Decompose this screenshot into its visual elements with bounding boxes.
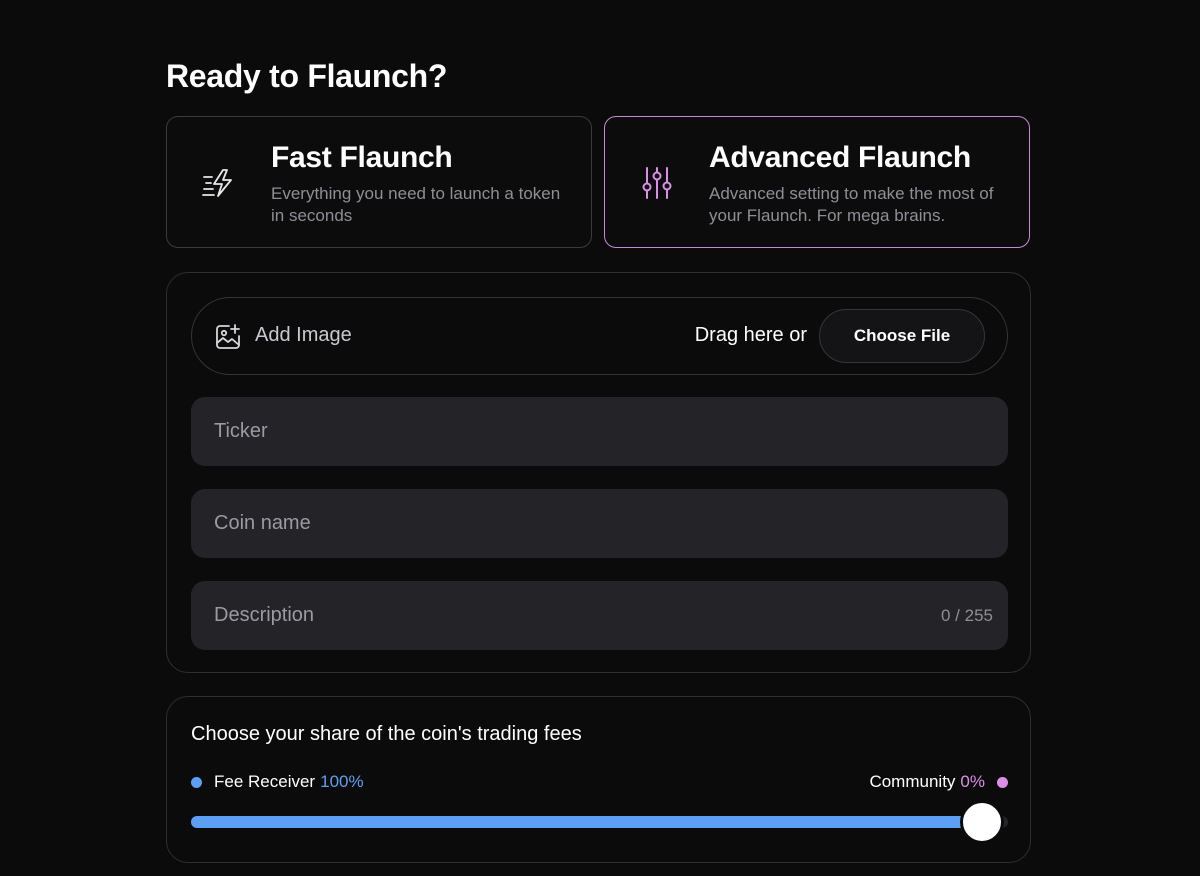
image-upload-dropzone[interactable]: Add Image Drag here or Choose File — [191, 297, 1008, 375]
trading-fees-panel: Choose your share of the coin's trading … — [166, 696, 1031, 863]
lightning-icon — [202, 169, 232, 197]
community-percent: 0% — [960, 772, 985, 791]
ticker-input[interactable] — [191, 397, 1008, 466]
fast-flaunch-title: Fast Flaunch — [271, 141, 453, 174]
add-image-label: Add Image — [255, 324, 352, 346]
advanced-flaunch-card[interactable]: Advanced Flaunch Advanced setting to mak… — [604, 116, 1030, 248]
fee-receiver-label: Fee Receiver — [214, 772, 316, 791]
description-input[interactable] — [191, 581, 1008, 650]
add-image-icon — [216, 324, 240, 349]
advanced-flaunch-title: Advanced Flaunch — [709, 141, 971, 174]
fast-flaunch-card[interactable]: Fast Flaunch Everything you need to laun… — [166, 116, 592, 248]
fee-share-slider[interactable] — [191, 800, 1008, 844]
drag-here-label: Drag here or — [694, 324, 807, 346]
coin-name-input[interactable] — [191, 489, 1008, 558]
page: Ready to Flaunch? Fast Flaunch Everythin… — [0, 0, 1200, 876]
fees-title: Choose your share of the coin's trading … — [191, 723, 582, 745]
fee-receiver-legend: Fee Receiver 100% — [191, 772, 364, 792]
fee-receiver-dot — [191, 776, 202, 788]
token-form-panel: Add Image Drag here or Choose File 0 / 2… — [166, 272, 1031, 673]
fast-flaunch-description: Everything you need to launch a token in… — [271, 184, 561, 225]
sliders-icon — [642, 167, 672, 199]
community-legend: Community 0% — [869, 772, 1008, 792]
page-title: Ready to Flaunch? — [166, 58, 448, 94]
advanced-flaunch-description: Advanced setting to make the most of you… — [709, 184, 994, 225]
slider-thumb[interactable] — [960, 800, 1004, 844]
slider-fill — [191, 816, 986, 828]
fee-receiver-percent: 100% — [320, 772, 364, 791]
choose-file-button[interactable]: Choose File — [819, 309, 985, 363]
community-dot — [997, 776, 1008, 788]
community-label: Community — [869, 772, 956, 791]
description-char-counter: 0 / 255 — [941, 606, 993, 625]
